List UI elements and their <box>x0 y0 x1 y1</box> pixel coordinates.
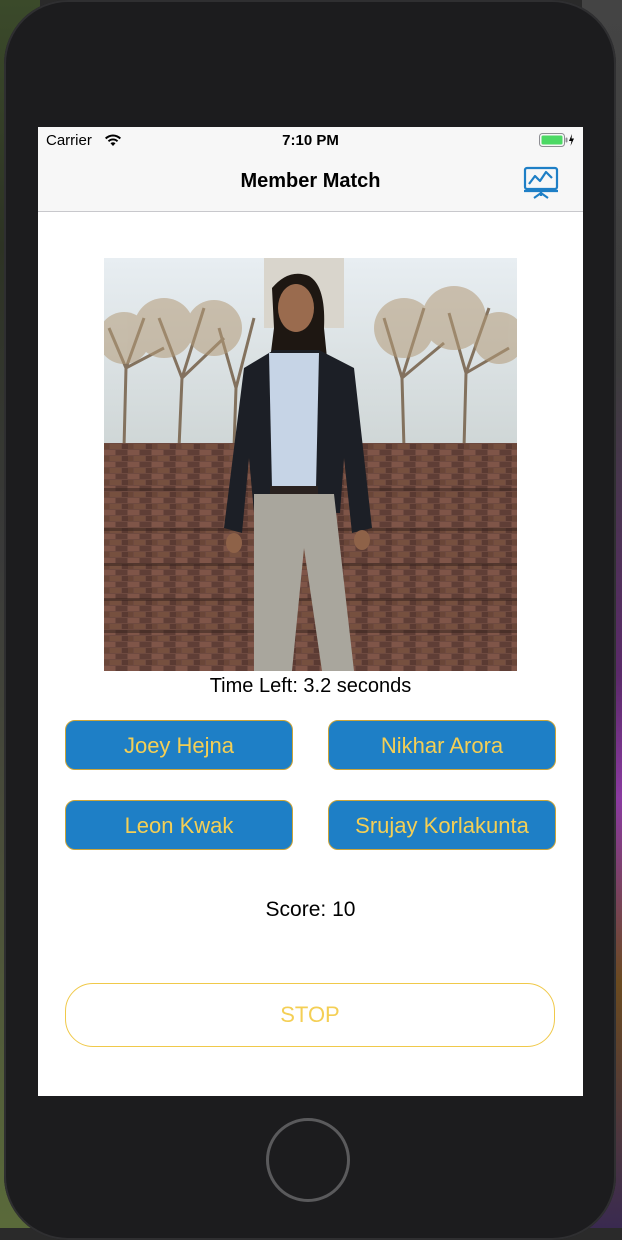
answer-button-2[interactable]: Nikhar Arora <box>328 720 556 770</box>
battery-icon <box>539 133 574 147</box>
navigation-bar: Member Match <box>38 153 583 212</box>
app-screen: Carrier 7:10 PM Member Match Time Left: … <box>38 127 583 1096</box>
answer-button-3[interactable]: Leon Kwak <box>65 800 293 850</box>
answer-button-1[interactable]: Joey Hejna <box>65 720 293 770</box>
page-title: Member Match <box>240 170 381 192</box>
home-button[interactable] <box>266 1118 350 1202</box>
stop-button[interactable]: STOP <box>65 983 555 1047</box>
stats-chart-icon[interactable] <box>523 165 559 199</box>
member-photo <box>104 258 517 671</box>
answer-button-4[interactable]: Srujay Korlakunta <box>328 800 556 850</box>
time-left-label: Time Left: 3.2 seconds <box>209 675 412 697</box>
status-bar: Carrier 7:10 PM <box>38 127 583 153</box>
status-time: 7:10 PM <box>282 132 339 149</box>
score-label: Score: 10 <box>265 898 356 921</box>
